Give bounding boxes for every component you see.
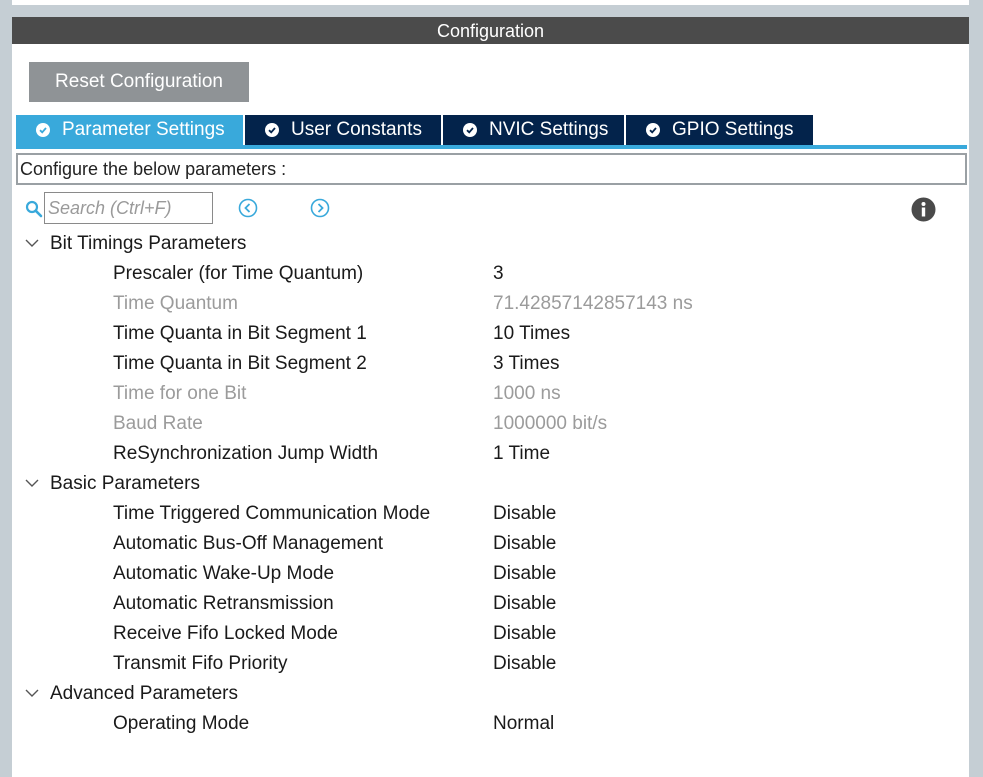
parameter-value[interactable]: 3 Times — [493, 349, 560, 379]
parameter-name: Time Quanta in Bit Segment 1 — [113, 323, 367, 344]
parameter-name: Time Triggered Communication Mode — [113, 503, 431, 524]
parameter-value[interactable]: Normal — [493, 709, 554, 739]
parameter-row[interactable]: Time Triggered Communication Mode Disable — [12, 499, 969, 529]
parameter-name: Automatic Wake-Up Mode — [113, 563, 335, 584]
tab-label: GPIO Settings — [672, 119, 794, 140]
tab-parameter-settings[interactable]: Parameter Settings — [16, 115, 243, 145]
parameter-value[interactable]: Disable — [493, 499, 556, 529]
parameter-name: Time Quanta in Bit Segment 2 — [113, 353, 367, 374]
panel-title: Configuration — [12, 17, 969, 44]
parameter-row[interactable]: ReSynchronization Jump Width 1 Time — [12, 439, 969, 469]
section-title: Bit Timings Parameters — [50, 233, 247, 254]
parameter-row[interactable]: Time Quanta in Bit Segment 1 10 Times — [12, 319, 969, 349]
tab-gpio-settings[interactable]: GPIO Settings — [626, 115, 813, 145]
search-input[interactable] — [44, 192, 213, 224]
parameter-name: Prescaler (for Time Quantum) — [113, 263, 364, 284]
chevron-left-circle-icon[interactable] — [238, 198, 258, 218]
parameter-value[interactable]: Disable — [493, 619, 556, 649]
parameters-description: Configure the below parameters : — [16, 153, 967, 185]
parameter-row[interactable]: Automatic Retransmission Disable — [12, 589, 969, 619]
parameter-name: Time for one Bit — [113, 383, 247, 404]
parameter-value[interactable]: Disable — [493, 529, 556, 559]
section-header[interactable]: Advanced Parameters — [12, 679, 969, 709]
parameter-value[interactable]: Disable — [493, 649, 556, 679]
reset-configuration-button[interactable]: Reset Configuration — [29, 62, 249, 102]
tab-label: User Constants — [291, 119, 422, 140]
chevron-down-icon[interactable] — [24, 687, 40, 699]
parameter-row: Time for one Bit 1000 ns — [12, 379, 969, 409]
search-icon[interactable] — [25, 200, 43, 218]
parameter-value[interactable]: Disable — [493, 559, 556, 589]
parameter-name: Operating Mode — [113, 713, 250, 734]
chevron-down-icon[interactable] — [24, 237, 40, 249]
parameter-row[interactable]: Automatic Wake-Up Mode Disable — [12, 559, 969, 589]
parameter-name: Receive Fifo Locked Mode — [113, 623, 338, 644]
parameter-tree: Bit Timings Parameters Prescaler (for Tim… — [12, 229, 969, 739]
parameter-row[interactable]: Transmit Fifo Priority Disable — [12, 649, 969, 679]
tab-user-constants[interactable]: User Constants — [245, 115, 441, 145]
parameter-row: Baud Rate 1000000 bit/s — [12, 409, 969, 439]
configuration-panel: Configuration Reset Configuration Parame… — [12, 17, 969, 777]
check-circle-icon — [265, 123, 279, 137]
parameter-value: 71.42857142857143 ns — [493, 293, 693, 314]
section-header[interactable]: Bit Timings Parameters — [12, 229, 969, 259]
parameter-name: Time Quantum — [113, 293, 238, 314]
parameter-name: Transmit Fifo Priority — [113, 653, 288, 674]
tab-nvic-settings[interactable]: NVIC Settings — [443, 115, 624, 145]
tab-label: NVIC Settings — [489, 119, 609, 140]
parameter-row: Time Quantum 71.42857142857143 ns — [12, 289, 969, 319]
parameter-value[interactable]: 10 Times — [493, 319, 570, 349]
parameter-name: ReSynchronization Jump Width — [113, 443, 379, 464]
check-circle-icon — [463, 123, 477, 137]
section-title: Advanced Parameters — [50, 683, 238, 704]
tabs-underline — [16, 145, 967, 149]
parameter-row[interactable]: Receive Fifo Locked Mode Disable — [12, 619, 969, 649]
parameter-value[interactable]: Disable — [493, 589, 556, 619]
settings-tabs: Parameter Settings User Constants NVIC S… — [16, 115, 815, 145]
chevron-down-icon[interactable] — [24, 477, 40, 489]
chevron-right-circle-icon[interactable] — [310, 198, 330, 218]
parameter-name: Automatic Retransmission — [113, 593, 334, 614]
parameter-name: Baud Rate — [113, 413, 203, 434]
tab-label: Parameter Settings — [62, 119, 225, 140]
section-header[interactable]: Basic Parameters — [12, 469, 969, 499]
parameter-row[interactable]: Operating Mode Normal — [12, 709, 969, 739]
parameter-value[interactable]: 1 Time — [493, 439, 550, 469]
parameter-row[interactable]: Automatic Bus-Off Management Disable — [12, 529, 969, 559]
parameter-value: 1000000 bit/s — [493, 413, 608, 434]
parameter-row[interactable]: Prescaler (for Time Quantum) 3 — [12, 259, 969, 289]
parameter-value[interactable]: 3 — [493, 259, 504, 289]
section-title: Basic Parameters — [50, 473, 200, 494]
info-icon[interactable] — [911, 197, 936, 222]
parameter-value: 1000 ns — [493, 383, 561, 404]
check-circle-icon — [36, 123, 50, 137]
parameter-row[interactable]: Time Quanta in Bit Segment 2 3 Times — [12, 349, 969, 379]
check-circle-icon — [646, 123, 660, 137]
parameter-name: Automatic Bus-Off Management — [113, 533, 383, 554]
top-panel-edge — [12, 0, 969, 5]
